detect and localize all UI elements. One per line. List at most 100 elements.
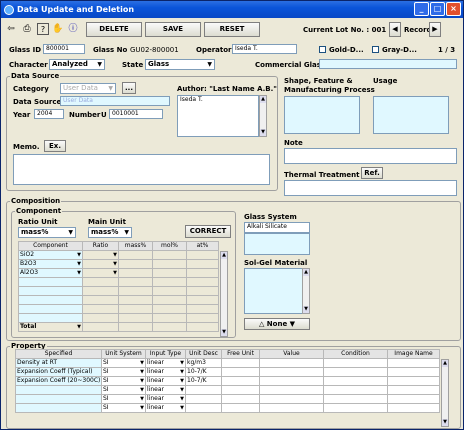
property-cell-cond[interactable] [323, 394, 388, 404]
table-row[interactable]: SIlinear [15, 394, 440, 404]
property-cell-desc[interactable]: 10-7/K [185, 376, 222, 386]
property-cell-value[interactable] [259, 403, 324, 413]
table-row[interactable]: Al2O3 [18, 268, 219, 278]
usage-field[interactable] [373, 96, 449, 134]
property-cell-img[interactable] [387, 403, 440, 413]
property-cell-desc[interactable]: 10-7/K [185, 367, 222, 377]
table-row[interactable] [18, 295, 219, 305]
author-list[interactable]: Iseda T. [177, 95, 259, 137]
property-cell-value[interactable] [259, 376, 324, 386]
operator-field[interactable]: Iseda T. [232, 44, 297, 54]
property-cell-free[interactable] [221, 358, 260, 368]
property-cell-img[interactable] [387, 385, 440, 395]
table-row[interactable]: Expansion Coeff (20~300C)SIlinear10-7/K [15, 376, 440, 386]
property-cell-desc[interactable] [185, 403, 222, 413]
delete-button[interactable]: DELETE [86, 22, 142, 37]
main-unit-select[interactable]: mass% [88, 227, 132, 238]
memo-field[interactable] [13, 154, 270, 185]
none-select[interactable]: △ None ▼ [244, 318, 310, 330]
property-cell-img[interactable] [387, 376, 440, 386]
property-cell-unit[interactable]: SI [101, 358, 146, 368]
property-scrollbar[interactable]: ▲ ▼ [441, 359, 449, 427]
reset-button[interactable]: RESET [204, 22, 260, 37]
sol-gel-list[interactable] [244, 268, 310, 314]
glass-system-list[interactable] [244, 233, 310, 255]
property-cell-value[interactable] [259, 367, 324, 377]
property-cell-desc[interactable]: kg/m3 [185, 358, 222, 368]
property-cell-free[interactable] [221, 385, 260, 395]
property-cell-unit[interactable]: SI [101, 403, 146, 413]
property-cell-unit[interactable]: SI [101, 385, 146, 395]
property-cell-cond[interactable] [323, 385, 388, 395]
property-cell-value[interactable] [259, 385, 324, 395]
property-cell-free[interactable] [221, 403, 260, 413]
property-cell-value[interactable] [259, 394, 324, 404]
back-arrow-icon[interactable]: ⇦ [5, 23, 17, 35]
property-cell-unit[interactable]: SI [101, 376, 146, 386]
year-field[interactable]: 2004 [34, 109, 64, 119]
property-cell-specified[interactable]: Density at RT [15, 358, 102, 368]
hand-icon[interactable]: ✋ [52, 23, 64, 35]
author-scrollbar[interactable]: ▲ ▼ [259, 95, 267, 137]
property-cell-input[interactable]: linear [145, 358, 186, 368]
help-icon[interactable]: ? [37, 23, 49, 35]
character-select[interactable]: Analyzed [49, 59, 105, 70]
commercial-glass-field[interactable] [319, 59, 457, 69]
property-cell-specified[interactable]: Expansion Coeff (Typical) [15, 367, 102, 377]
property-cell-input[interactable]: linear [145, 403, 186, 413]
property-cell-unit[interactable]: SI [101, 394, 146, 404]
table-row[interactable] [18, 304, 219, 314]
property-cell-img[interactable] [387, 394, 440, 404]
property-cell-desc[interactable] [185, 394, 222, 404]
glass-id-field[interactable]: 800001 [43, 44, 85, 54]
table-row[interactable]: B2O3 [18, 259, 219, 269]
shape-field[interactable] [284, 96, 360, 134]
number-field[interactable]: 0010001 [109, 109, 163, 119]
gold-checkbox[interactable] [319, 46, 326, 53]
category-lookup-button[interactable]: ... [122, 82, 136, 94]
property-cell-cond[interactable] [323, 376, 388, 386]
property-cell-specified[interactable] [15, 385, 102, 395]
table-row[interactable]: Density at RTSIlinearkg/m3 [15, 358, 440, 368]
table-row[interactable]: SIlinear [15, 385, 440, 395]
thermal-treatment-field[interactable] [284, 180, 457, 196]
category-select[interactable]: User Data [60, 83, 116, 94]
correct-button[interactable]: CORRECT [185, 225, 231, 238]
state-select[interactable]: Glass [145, 59, 215, 70]
save-button[interactable]: SAVE [145, 22, 201, 37]
record-prev-button[interactable]: ◀ [389, 22, 401, 37]
property-cell-specified[interactable] [15, 394, 102, 404]
table-row[interactable]: Expansion Coeff (Typical)SIlinear10-7/K [15, 367, 440, 377]
note-field[interactable] [284, 148, 457, 164]
component-cell[interactable]: SiO2 [18, 250, 83, 260]
property-cell-free[interactable] [221, 367, 260, 377]
property-cell-input[interactable]: linear [145, 376, 186, 386]
property-cell-free[interactable] [221, 394, 260, 404]
property-cell-specified[interactable] [15, 403, 102, 413]
property-cell-specified[interactable]: Expansion Coeff (20~300C) [15, 376, 102, 386]
component-cell[interactable]: Al2O3 [18, 268, 83, 278]
property-cell-cond[interactable] [323, 367, 388, 377]
ratio-unit-select[interactable]: mass% [18, 227, 76, 238]
close-button[interactable]: × [446, 2, 461, 16]
property-cell-cond[interactable] [323, 358, 388, 368]
table-row[interactable]: SiO2 [18, 250, 219, 260]
table-row[interactable] [18, 277, 219, 287]
table-row[interactable] [18, 286, 219, 296]
property-cell-img[interactable] [387, 358, 440, 368]
minimize-button[interactable]: _ [414, 2, 429, 16]
property-cell-input[interactable]: linear [145, 367, 186, 377]
table-row[interactable] [18, 313, 219, 323]
glass-system-select[interactable]: Alkali Silicate [244, 222, 310, 233]
property-cell-input[interactable]: linear [145, 385, 186, 395]
component-cell[interactable]: B2O3 [18, 259, 83, 269]
property-cell-input[interactable]: linear [145, 394, 186, 404]
property-cell-img[interactable] [387, 367, 440, 377]
sol-gel-scrollbar[interactable]: ▲ ▼ [302, 268, 310, 314]
property-cell-cond[interactable] [323, 403, 388, 413]
info-icon[interactable]: ⓘ [67, 23, 79, 35]
data-source-field[interactable]: User Data [60, 96, 170, 106]
memo-example-button[interactable]: Ex. [44, 140, 66, 152]
maximize-button[interactable]: □ [430, 2, 445, 16]
property-cell-desc[interactable] [185, 385, 222, 395]
